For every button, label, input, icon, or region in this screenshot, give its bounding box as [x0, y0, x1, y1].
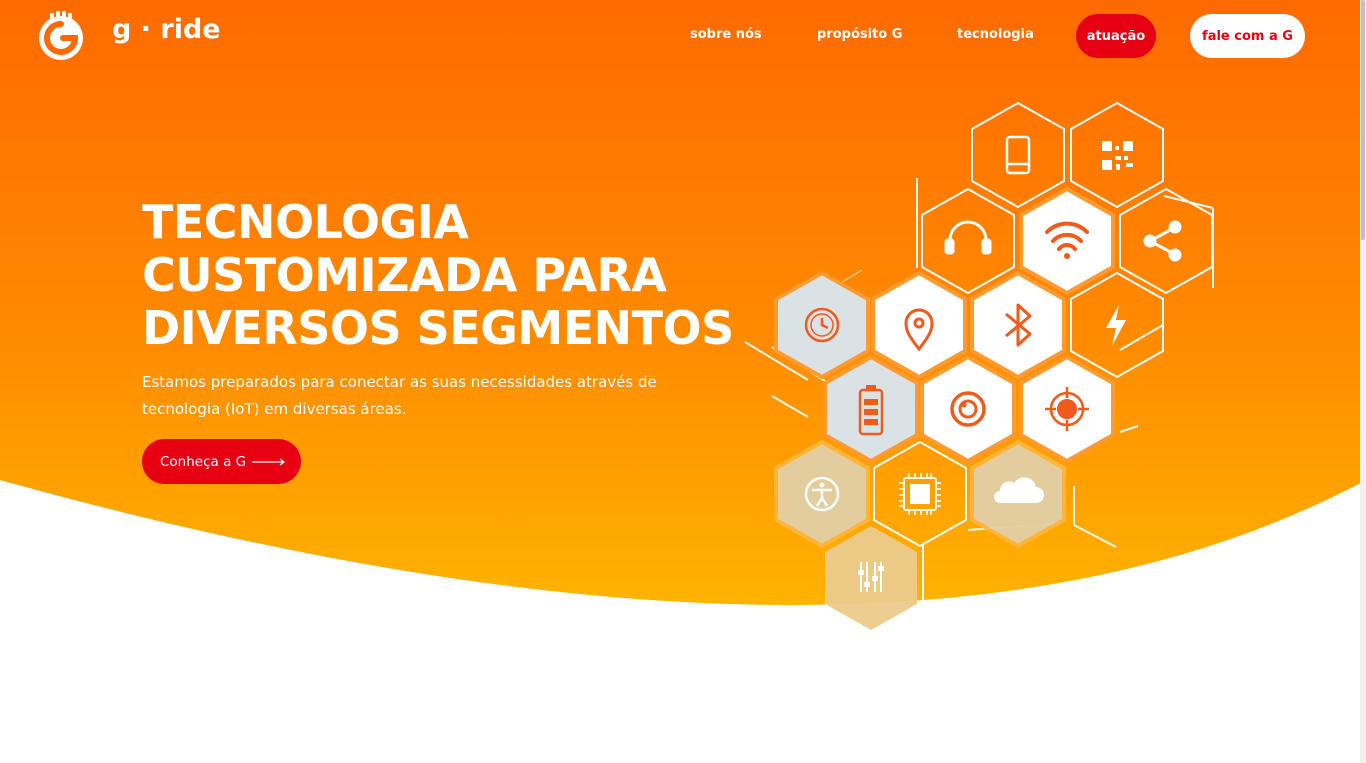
nav-sobre-nos[interactable]: sobre nós [690, 27, 762, 42]
brand-name[interactable]: g · ride [112, 14, 221, 45]
nav-proposito-g[interactable]: propósito G [817, 27, 902, 42]
g-logo-icon[interactable] [36, 11, 86, 61]
nav-atuacao-active[interactable]: atuação [1076, 14, 1156, 58]
page-scrollbar[interactable] [1360, 0, 1366, 763]
hero-title-line: TECNOLOGIA [142, 195, 469, 249]
scrollbar-thumb[interactable] [1361, 0, 1365, 240]
arrow-right-icon [252, 458, 286, 465]
hero-title: TECNOLOGIA CUSTOMIZADA PARA DIVERSOS SEG… [142, 196, 734, 355]
top-navigation-bar: g · ride sobre nós propósito G tecnologi… [0, 0, 1366, 72]
cta-label: Conheça a G [160, 453, 247, 470]
contact-button[interactable]: fale com a G [1190, 14, 1305, 58]
hero-title-line: DIVERSOS SEGMENTOS [142, 301, 734, 355]
hero-title-line: CUSTOMIZADA PARA [142, 248, 667, 302]
cta-conheca-button[interactable]: Conheça a G [142, 439, 301, 484]
nav-tecnologia[interactable]: tecnologia [957, 27, 1034, 42]
hero-subtitle: Estamos preparados para conectar as suas… [142, 373, 657, 418]
